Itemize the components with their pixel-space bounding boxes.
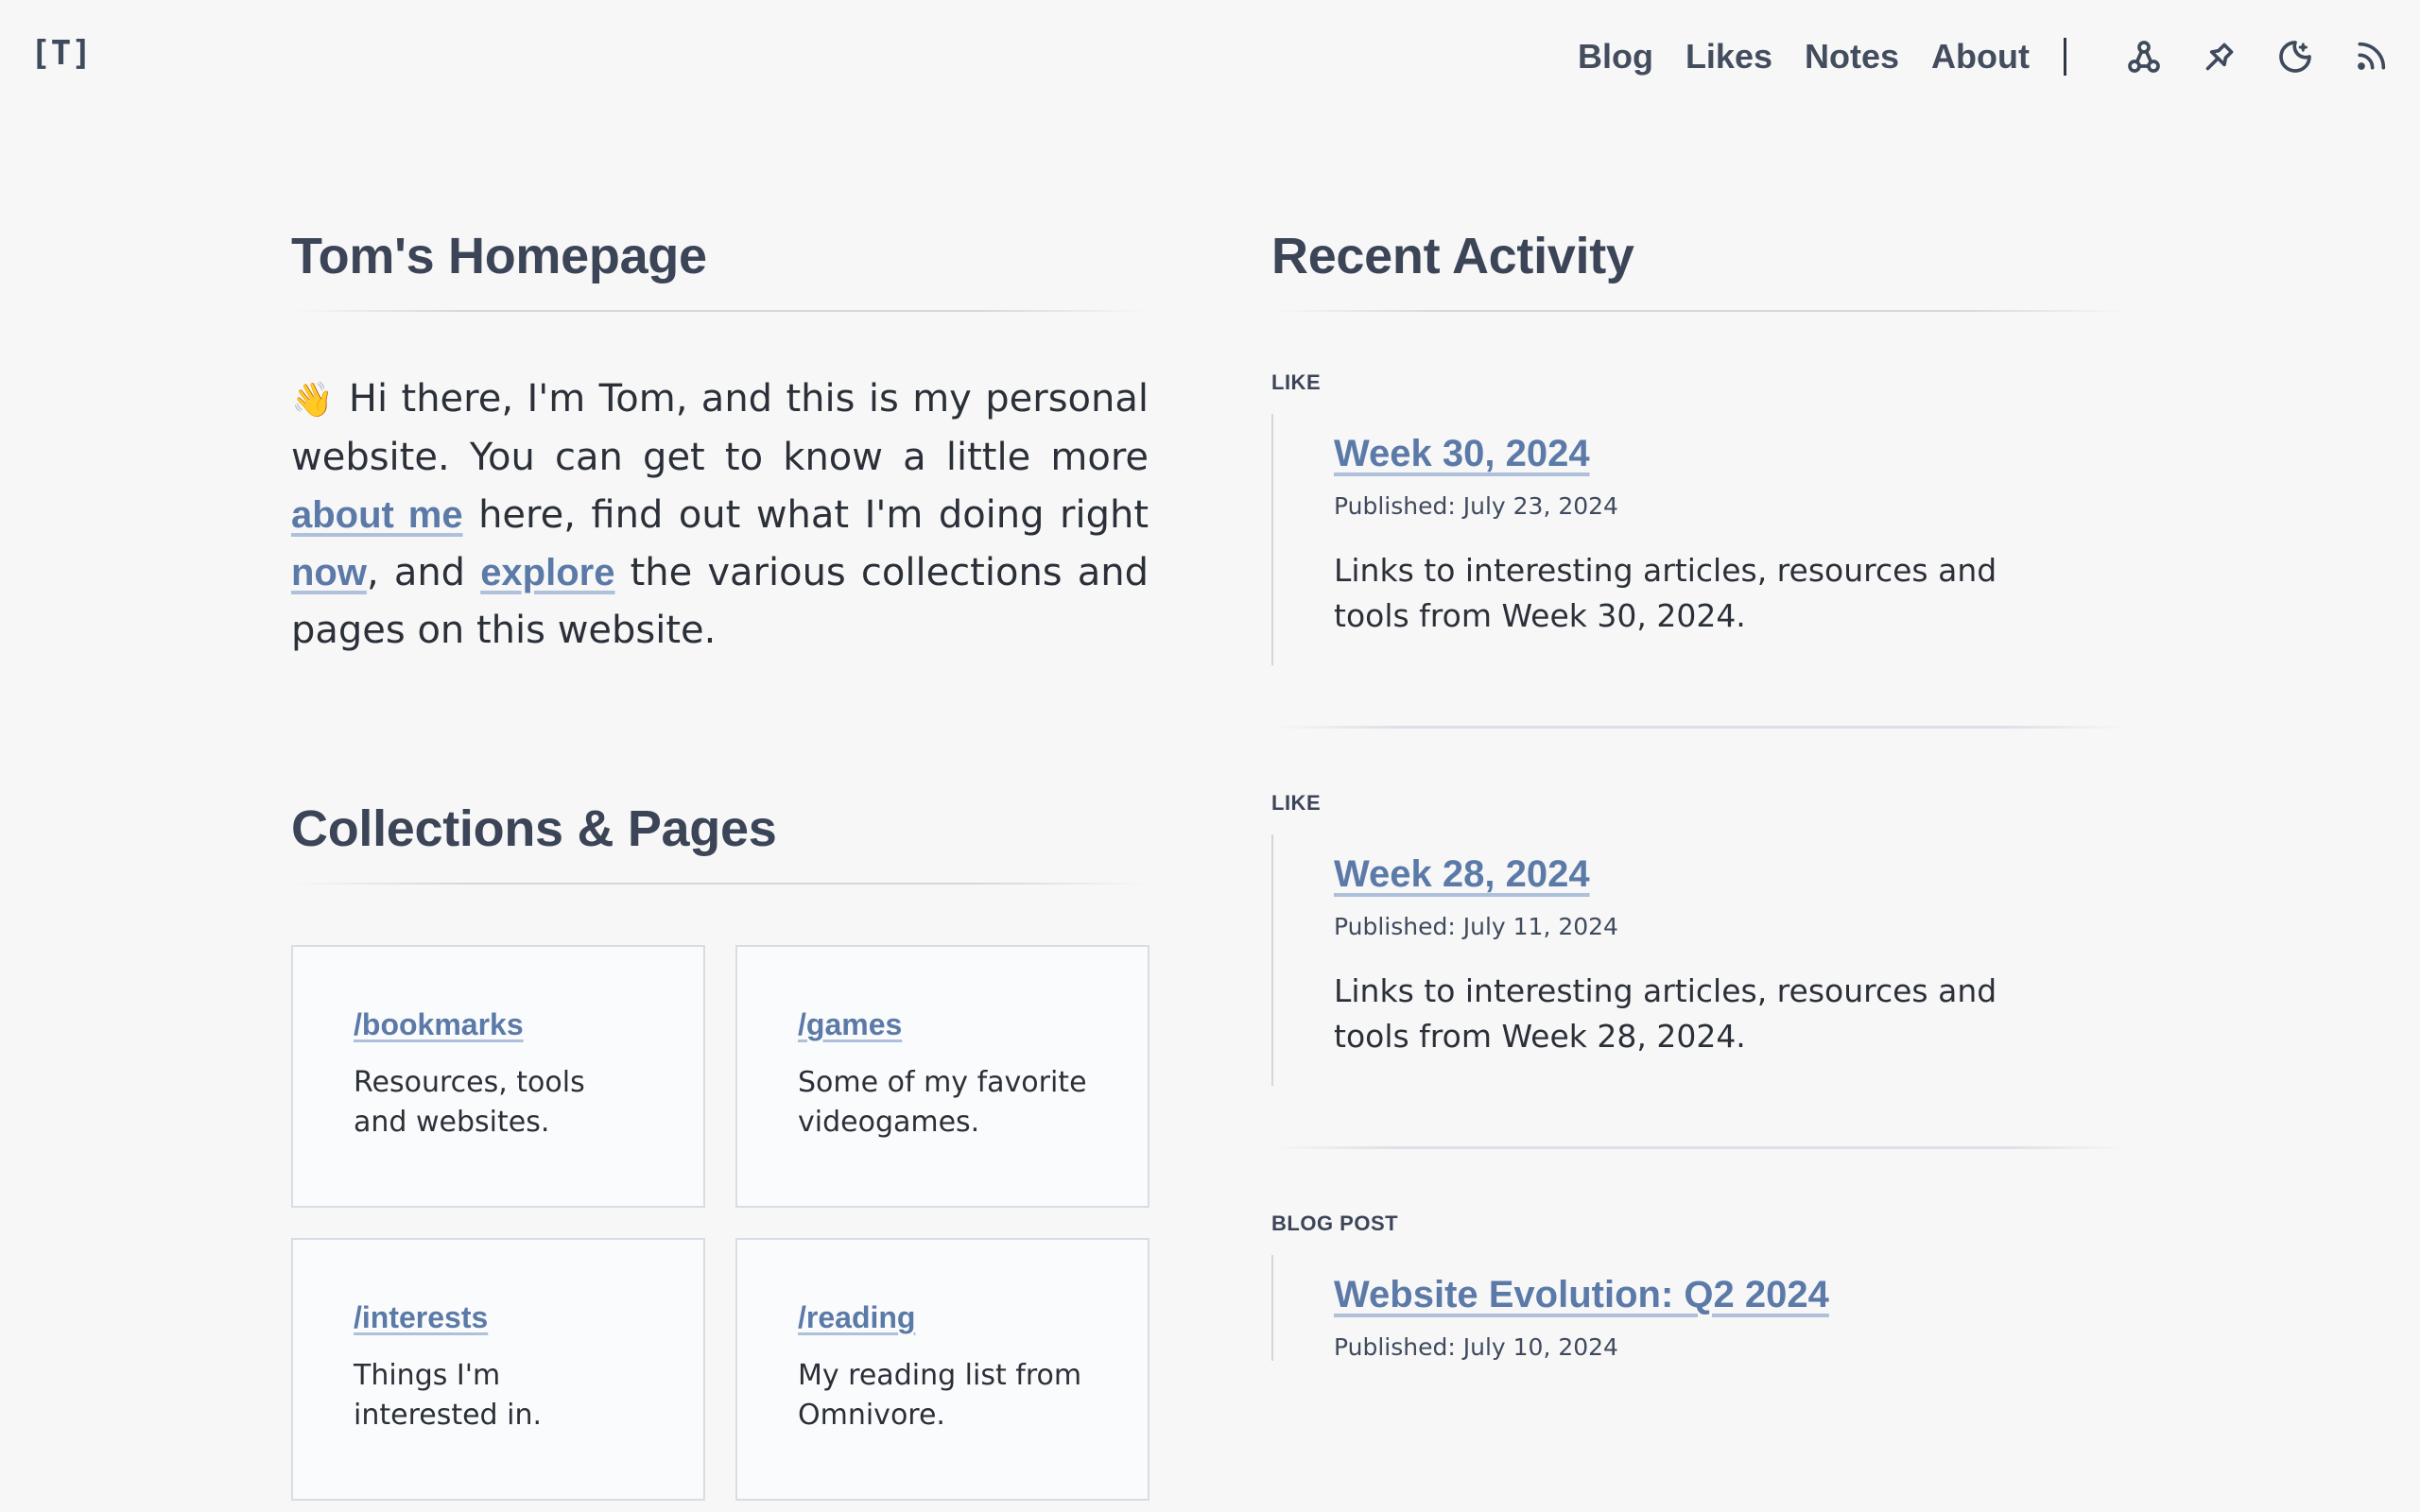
card-description: Things I'm interested in. <box>354 1359 543 1432</box>
nav-notes[interactable]: Notes <box>1805 37 1899 77</box>
nav-about[interactable]: About <box>1931 37 2030 77</box>
main-nav: Blog Likes Notes About <box>1546 28 2394 85</box>
card-description: Resources, tools and websites. <box>354 1066 585 1139</box>
nav-divider <box>2064 38 2066 76</box>
intro-text: 👋 Hi there, I'm Tom, and this is my pers… <box>291 370 1149 660</box>
site-header: [T] Blog Likes Notes About <box>0 0 2420 113</box>
page-title: Tom's Homepage <box>291 228 707 284</box>
card-description: Some of my favorite videogames. <box>798 1066 1087 1139</box>
card-link-interests[interactable]: /interests <box>354 1300 488 1334</box>
collection-card[interactable]: /games Some of my favorite videogames. <box>735 945 1150 1208</box>
intro-part: , and <box>366 551 481 594</box>
recent-activity-title: Recent Activity <box>1271 228 1634 284</box>
activity-title-link[interactable]: Week 28, 2024 <box>1334 853 1590 896</box>
activity-type-badge: LIKE <box>1271 791 1322 815</box>
right-column: Recent Activity LIKE Week 30, 2024 Publi… <box>1271 227 2129 1361</box>
collections-section: Collections & Pages /bookmarks Resources… <box>291 799 1150 1501</box>
homepage-section: Tom's Homepage 👋 Hi there, I'm Tom, and … <box>291 227 1149 660</box>
activity-date: Published: July 11, 2024 <box>1334 913 1618 940</box>
collections-title: Collections & Pages <box>291 800 777 857</box>
activity-summary: Links to interesting articles, resources… <box>1334 972 1997 1055</box>
card-link-reading[interactable]: /reading <box>798 1300 915 1334</box>
activity-item: LIKE Week 30, 2024 Published: July 23, 2… <box>1271 370 2129 665</box>
intro-part: here, find out what I'm doing right <box>462 493 1150 537</box>
collection-card[interactable]: /bookmarks Resources, tools and websites… <box>291 945 705 1208</box>
activity-divider <box>1271 1146 2129 1149</box>
activity-summary: Links to interesting articles, resources… <box>1334 552 1997 634</box>
wave-icon: 👋 <box>291 381 336 420</box>
pin-icon[interactable] <box>2197 34 2242 79</box>
activity-item: BLOG POST Website Evolution: Q2 2024 Pub… <box>1271 1211 2129 1361</box>
activity-item: LIKE Week 28, 2024 Published: July 11, 2… <box>1271 791 2129 1086</box>
activity-title-link[interactable]: Website Evolution: Q2 2024 <box>1334 1274 1829 1316</box>
title-divider <box>291 310 1149 312</box>
collection-card[interactable]: /interests Things I'm interested in. <box>291 1238 705 1501</box>
activity-type-badge: LIKE <box>1271 370 1322 394</box>
collection-card[interactable]: /reading My reading list from Omnivore. <box>735 1238 1150 1501</box>
activity-date: Published: July 10, 2024 <box>1334 1333 1618 1361</box>
card-link-bookmarks[interactable]: /bookmarks <box>354 1007 524 1041</box>
activity-body: Website Evolution: Q2 2024 Published: Ju… <box>1271 1255 2129 1361</box>
moon-icon[interactable] <box>2273 34 2318 79</box>
activity-divider <box>1271 726 2129 729</box>
now-link[interactable]: now <box>291 552 367 593</box>
explore-link[interactable]: explore <box>480 552 614 593</box>
site-logo[interactable]: [T] <box>30 34 92 73</box>
activity-body: Week 28, 2024 Published: July 11, 2024 L… <box>1271 834 2129 1086</box>
activity-title-link[interactable]: Week 30, 2024 <box>1334 433 1590 475</box>
intro-part: Hi there, I'm Tom, and this is my person… <box>291 377 1149 479</box>
collections-grid: /bookmarks Resources, tools and websites… <box>291 945 1150 1501</box>
activity-body: Week 30, 2024 Published: July 23, 2024 L… <box>1271 414 2129 665</box>
left-column: Tom's Homepage 👋 Hi there, I'm Tom, and … <box>291 227 1150 1501</box>
title-divider <box>291 883 1149 885</box>
activity-type-badge: BLOG POST <box>1271 1211 1399 1235</box>
card-link-games[interactable]: /games <box>798 1007 902 1041</box>
nav-blog[interactable]: Blog <box>1578 37 1653 77</box>
card-description: My reading list from Omnivore. <box>798 1359 1082 1432</box>
nav-likes[interactable]: Likes <box>1685 37 1772 77</box>
sitemap-icon[interactable] <box>2121 34 2167 79</box>
about-me-link[interactable]: about me <box>291 494 463 536</box>
activity-date: Published: July 23, 2024 <box>1334 492 1618 520</box>
rss-icon[interactable] <box>2348 34 2394 79</box>
